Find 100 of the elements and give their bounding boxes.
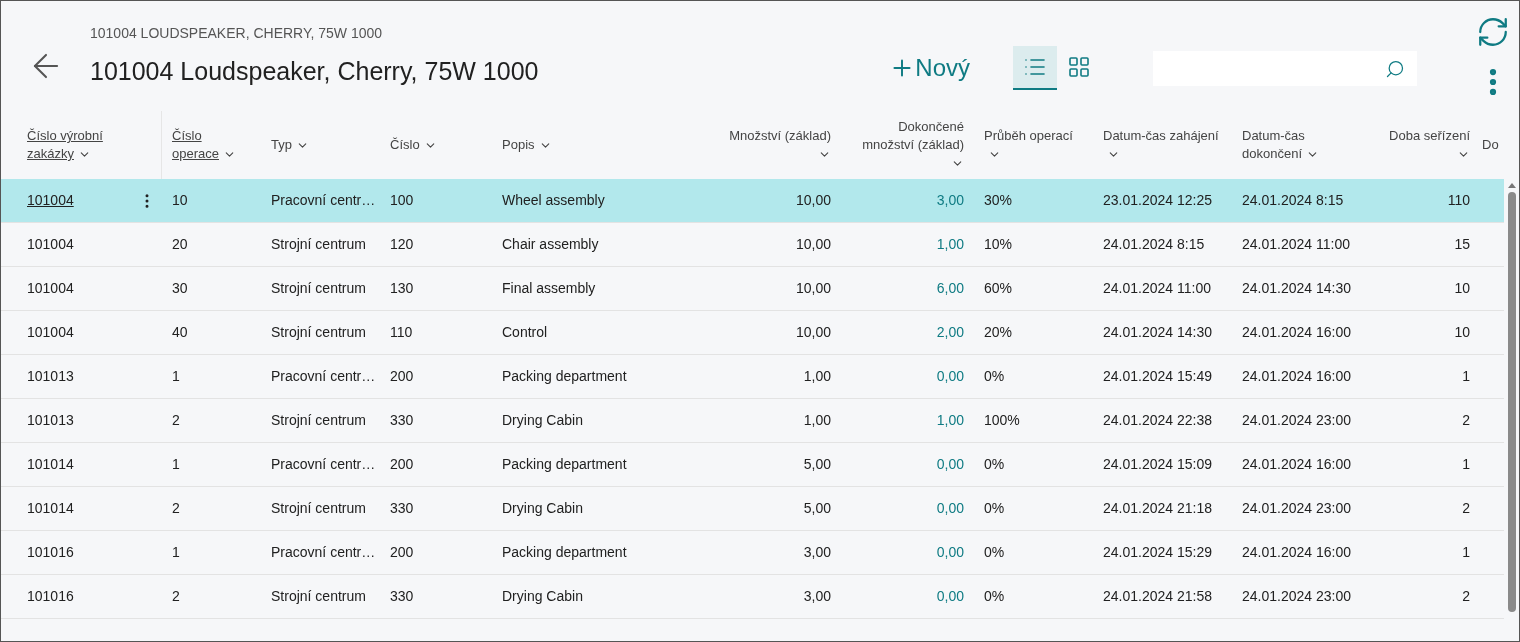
table-cell-text: 15 [1454, 235, 1470, 254]
table-cell-text: 1 [172, 543, 180, 562]
column-header[interactable]: Do [1482, 136, 1499, 154]
table-cell-text: 10% [984, 235, 1013, 254]
table-cell-text: 24.01.2024 11:00 [1242, 235, 1350, 254]
table-cell-text: 24.01.2024 16:00 [1242, 323, 1351, 342]
table-cell-text: 2 [1462, 499, 1470, 518]
table-cell-text: 2 [172, 587, 180, 606]
column-header[interactable]: Datum-čas zahájení [1103, 127, 1222, 163]
table-cell-text: 120 [390, 235, 414, 254]
table-cell-text: 10 [1454, 279, 1470, 298]
table-cell-text: 0% [984, 455, 1005, 474]
table-cell-text: Strojní centrum [271, 279, 366, 298]
table-cell-text: 24.01.2024 21:18 [1103, 499, 1212, 518]
table-cell-text: 24.01.2024 16:00 [1242, 455, 1351, 474]
table-cell-text: Packing department [502, 367, 627, 386]
table-cell-text: Chair assembly [502, 235, 599, 254]
table-cell-text: 1 [1462, 367, 1470, 386]
page-title: 101004 Loudspeaker, Cherry, 75W 1000 [90, 56, 539, 87]
table-cell-text: Strojní centrum [271, 235, 366, 254]
table-cell-text: Strojní centrum [271, 411, 366, 430]
table-cell-text: 3,00 [803, 543, 831, 562]
table-cell-text: 100 [390, 191, 414, 210]
grid-icon [1067, 55, 1091, 79]
column-header[interactable]: Průběh operací [984, 127, 1083, 163]
scrollbar-thumb[interactable] [1507, 192, 1516, 612]
table-cell-text: 330 [390, 411, 414, 430]
table-cell-text: 5,00 [803, 455, 831, 474]
table-cell-text: 2,00 [936, 323, 964, 342]
table-cell-text: 1 [172, 455, 180, 474]
table-cell-text: 0,00 [936, 455, 964, 474]
search-icon [1385, 58, 1405, 79]
table-cell-text: 10,00 [795, 279, 831, 298]
table-cell-text: 1,00 [803, 367, 831, 386]
table-cell-text: 200 [390, 455, 414, 474]
table-cell-text: 3,00 [936, 191, 964, 210]
table-cell-text: 2 [172, 411, 180, 430]
table-cell-text: Packing department [502, 543, 627, 562]
table-cell-text: 101014 [27, 455, 74, 474]
column-header[interactable]: Číslo [390, 136, 437, 154]
column-header[interactable]: Popis [502, 136, 552, 154]
table-cell-text: 24.01.2024 11:00 [1103, 279, 1211, 298]
table-cell-text: 30% [984, 191, 1013, 210]
table-cell-text: 110 [1447, 191, 1470, 210]
table-cell-text: 24.01.2024 8:15 [1242, 191, 1344, 210]
table-cell-text: 101004 [27, 323, 74, 342]
table-cell-text: 0% [984, 367, 1005, 386]
table-cell-text: 24.01.2024 15:49 [1103, 367, 1212, 386]
scroll-up-icon[interactable] [1507, 183, 1516, 188]
table-cell-text: 24.01.2024 23:00 [1242, 587, 1351, 606]
table-cell-text: 330 [390, 587, 414, 606]
table-cell-text: 10,00 [795, 235, 831, 254]
table-cell-text: 24.01.2024 21:58 [1103, 587, 1212, 606]
column-header[interactable]: Číslo výrobní zakázky [27, 127, 151, 163]
table-cell-text: 24.01.2024 16:00 [1242, 367, 1351, 386]
table-cell-text: 0,00 [936, 499, 964, 518]
list-view-button[interactable] [1013, 46, 1057, 90]
table-cell-text: 60% [984, 279, 1013, 298]
table-cell-text: 101004 [27, 235, 74, 254]
table-cell-text: Strojní centrum [271, 587, 366, 606]
search-field[interactable] [1153, 51, 1417, 86]
table-cell-text: 0,00 [936, 367, 964, 386]
table-cell-text: 10,00 [795, 191, 831, 210]
table-cell-text: 200 [390, 367, 414, 386]
table-cell-text: Drying Cabin [502, 411, 583, 430]
column-header[interactable]: Datum-čas dokončení [1242, 127, 1361, 163]
column-header[interactable]: Množství (základ) [721, 127, 831, 163]
table-cell-text: 101004 [27, 279, 74, 298]
column-header[interactable]: Typ [271, 136, 309, 154]
table-cell-text: 130 [390, 279, 414, 298]
refresh-icon[interactable] [1476, 15, 1510, 49]
table-cell-text: Drying Cabin [502, 499, 583, 518]
table-cell-text: 101013 [27, 367, 74, 386]
table-cell-text: 0% [984, 587, 1005, 606]
table-cell-text: 1,00 [936, 235, 964, 254]
table-cell-text: Final assembly [502, 279, 596, 298]
table-cell-text: 101016 [27, 587, 74, 606]
column-header[interactable]: Dokončené množství (základ) [851, 118, 964, 172]
table-cell-text: 20% [984, 323, 1013, 342]
table-cell-text: Pracovní centr… [271, 543, 376, 562]
table-cell-text: 0% [984, 543, 1005, 562]
table-cell-text: 23.01.2024 12:25 [1103, 191, 1212, 210]
table-cell-text: 330 [390, 499, 414, 518]
table-cell-text: Pracovní centr… [271, 367, 376, 386]
column-header[interactable]: Číslo operace [172, 127, 251, 163]
table-cell-text: 30 [172, 279, 188, 298]
table-cell-text: Wheel assembly [502, 191, 605, 210]
column-header[interactable]: Doba seřízení [1381, 127, 1470, 163]
table-cell-text: Control [502, 323, 548, 342]
table-cell-text: 0,00 [936, 587, 964, 606]
table-row[interactable]: 101004 10 Pracovní centr… 100 Wheel assembly 10,00 3,00 30% 23.01.2024 12:25 24.01.2024 8:15 110 [1, 179, 1504, 223]
table-cell-text: Packing department [502, 455, 627, 474]
new-button[interactable]: Nový [889, 46, 970, 90]
table-cell-text: 110 [390, 323, 413, 342]
table-cell-text: 10,00 [795, 323, 831, 342]
table-cell-text: 0,00 [936, 543, 964, 562]
table-cell-text: 40 [172, 323, 188, 342]
table-cell-text: 24.01.2024 15:29 [1103, 543, 1212, 562]
table-cell-text: 100% [984, 411, 1020, 430]
table-cell-text: Drying Cabin [502, 587, 583, 606]
